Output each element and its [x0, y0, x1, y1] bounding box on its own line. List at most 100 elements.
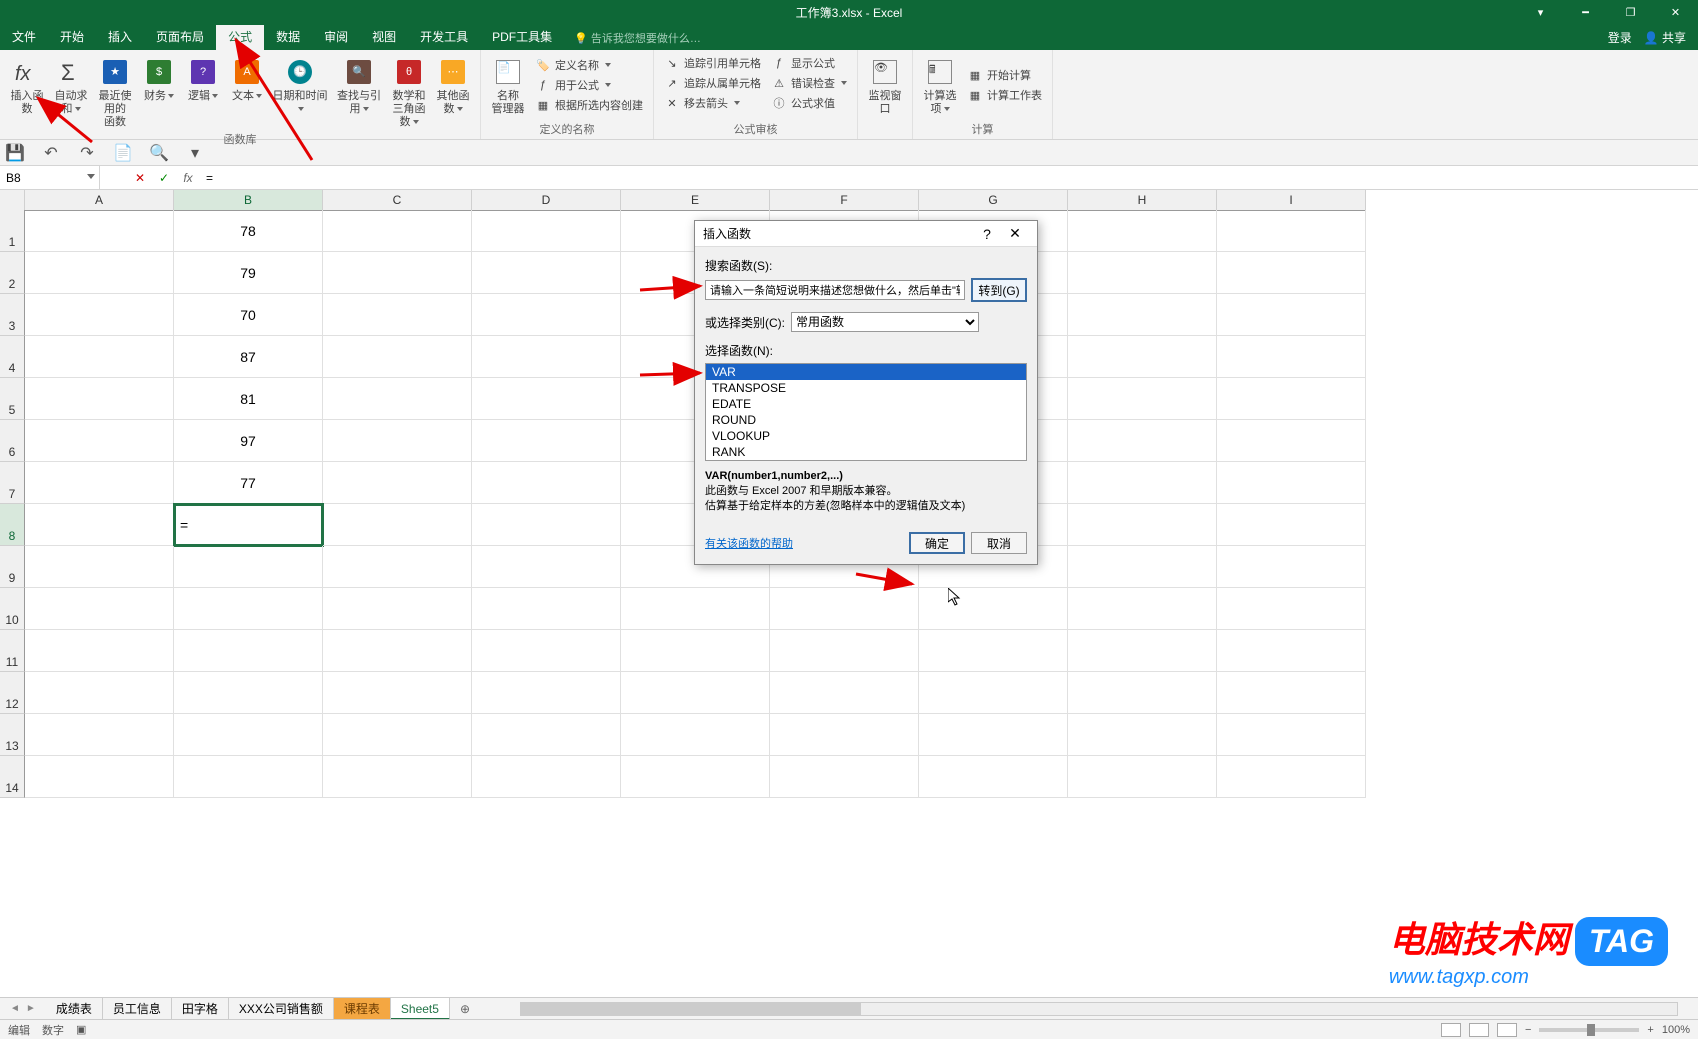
cell[interactable] — [25, 588, 174, 630]
chevron-down-icon[interactable] — [87, 174, 95, 179]
sheet-tab[interactable]: Sheet5 — [391, 998, 450, 1020]
cell[interactable] — [472, 336, 621, 378]
cell[interactable] — [1217, 546, 1366, 588]
datetime-button[interactable]: 🕒 日期和时间 — [270, 54, 330, 129]
cell[interactable] — [1068, 252, 1217, 294]
col-header-f[interactable]: F — [770, 190, 919, 211]
cell[interactable] — [1068, 378, 1217, 420]
formula-bar-input[interactable]: = — [200, 171, 1698, 185]
sheet-tab[interactable]: 田字格 — [172, 998, 229, 1020]
view-pagelayout-button[interactable] — [1469, 1023, 1489, 1037]
col-header-b[interactable]: B — [174, 190, 323, 211]
cell[interactable] — [323, 672, 472, 714]
cell[interactable] — [323, 336, 472, 378]
macro-record-icon[interactable]: ▣ — [76, 1023, 86, 1036]
cell[interactable] — [323, 210, 472, 252]
cell[interactable] — [25, 546, 174, 588]
function-list-item[interactable]: EDATE — [706, 396, 1026, 412]
view-normal-button[interactable] — [1441, 1023, 1461, 1037]
financial-button[interactable]: $ 财务 — [138, 54, 180, 129]
tab-pagelayout[interactable]: 页面布局 — [144, 25, 216, 50]
sheet-nav-first[interactable]: ◄ — [10, 1003, 20, 1014]
cell[interactable] — [323, 378, 472, 420]
share-button[interactable]: 👤 共享 — [1644, 29, 1686, 46]
cell[interactable] — [1068, 420, 1217, 462]
cell[interactable] — [472, 756, 621, 798]
cell[interactable] — [25, 336, 174, 378]
cell[interactable] — [25, 714, 174, 756]
row-header[interactable]: 10 — [0, 588, 25, 630]
cell[interactable] — [770, 672, 919, 714]
row-header[interactable]: 11 — [0, 630, 25, 672]
category-select[interactable]: 常用函数 — [791, 312, 979, 332]
cell[interactable] — [919, 714, 1068, 756]
cell[interactable] — [1217, 756, 1366, 798]
cell[interactable] — [174, 588, 323, 630]
autosum-button[interactable]: Σ 自动求和 — [50, 54, 92, 129]
cancel-button[interactable]: 取消 — [971, 532, 1027, 554]
tab-formulas[interactable]: 公式 — [216, 25, 264, 50]
tab-insert[interactable]: 插入 — [96, 25, 144, 50]
cell[interactable] — [472, 630, 621, 672]
cell[interactable]: 70 — [174, 294, 323, 336]
cell[interactable] — [323, 420, 472, 462]
function-listbox[interactable]: VARTRANSPOSEEDATEROUNDVLOOKUPRANKQUOTIEN… — [705, 363, 1027, 461]
undo-button[interactable]: ↶ — [42, 144, 60, 162]
cell[interactable] — [770, 714, 919, 756]
zoom-in-button[interactable]: + — [1647, 1024, 1653, 1036]
cell[interactable] — [323, 756, 472, 798]
cell[interactable] — [1068, 630, 1217, 672]
other-functions-button[interactable]: ⋯ 其他函数 — [432, 54, 474, 129]
sheet-tab[interactable]: 课程表 — [334, 998, 391, 1020]
cell[interactable] — [1217, 672, 1366, 714]
cell[interactable] — [1217, 210, 1366, 252]
cell[interactable] — [621, 672, 770, 714]
ribbon-options-icon[interactable]: ▾ — [1518, 0, 1563, 25]
cell[interactable] — [472, 588, 621, 630]
redo-button[interactable]: ↷ — [78, 144, 96, 162]
cell[interactable] — [472, 546, 621, 588]
col-header-e[interactable]: E — [621, 190, 770, 211]
select-all-corner[interactable] — [0, 190, 25, 211]
zoom-slider[interactable] — [1539, 1028, 1639, 1032]
cell[interactable]: 87 — [174, 336, 323, 378]
cell[interactable] — [1068, 714, 1217, 756]
cell[interactable] — [1068, 462, 1217, 504]
define-name-button[interactable]: 🏷️定义名称 — [531, 56, 647, 74]
logical-button[interactable]: ? 逻辑 — [182, 54, 224, 129]
trace-precedents-button[interactable]: ↘追踪引用单元格 — [660, 54, 765, 72]
cell[interactable] — [323, 714, 472, 756]
cell[interactable] — [1068, 336, 1217, 378]
cell[interactable] — [770, 630, 919, 672]
maximize-button[interactable]: ❐ — [1608, 0, 1653, 25]
sheet-tab[interactable]: XXX公司销售额 — [229, 998, 334, 1020]
row-header[interactable]: 7 — [0, 462, 25, 504]
recent-functions-button[interactable]: ★ 最近使用的 函数 — [94, 54, 136, 129]
row-header[interactable]: 2 — [0, 252, 25, 294]
cell[interactable] — [621, 630, 770, 672]
error-checking-button[interactable]: ⚠错误检查 — [767, 74, 851, 92]
cell[interactable] — [919, 756, 1068, 798]
cell[interactable] — [174, 630, 323, 672]
text-button[interactable]: A 文本 — [226, 54, 268, 129]
cell[interactable] — [323, 504, 472, 546]
cell[interactable] — [621, 588, 770, 630]
qat-button-4[interactable]: 📄 — [114, 144, 132, 162]
cell[interactable] — [25, 420, 174, 462]
row-header[interactable]: 12 — [0, 672, 25, 714]
cell[interactable] — [1217, 714, 1366, 756]
cell[interactable] — [25, 462, 174, 504]
tab-view[interactable]: 视图 — [360, 25, 408, 50]
cell[interactable] — [1068, 210, 1217, 252]
cell[interactable] — [25, 504, 174, 546]
cell[interactable] — [25, 756, 174, 798]
row-header[interactable]: 6 — [0, 420, 25, 462]
search-function-input[interactable] — [705, 280, 965, 300]
enter-button[interactable]: ✓ — [152, 171, 176, 185]
insert-function-button[interactable]: fx 插入函数 — [6, 54, 48, 129]
row-header[interactable]: 1 — [0, 210, 25, 252]
print-preview-button[interactable]: 🔍 — [150, 144, 168, 162]
show-formulas-button[interactable]: ƒ显示公式 — [767, 54, 851, 72]
remove-arrows-button[interactable]: ✕移去箭头 — [660, 94, 765, 112]
cell[interactable] — [323, 462, 472, 504]
